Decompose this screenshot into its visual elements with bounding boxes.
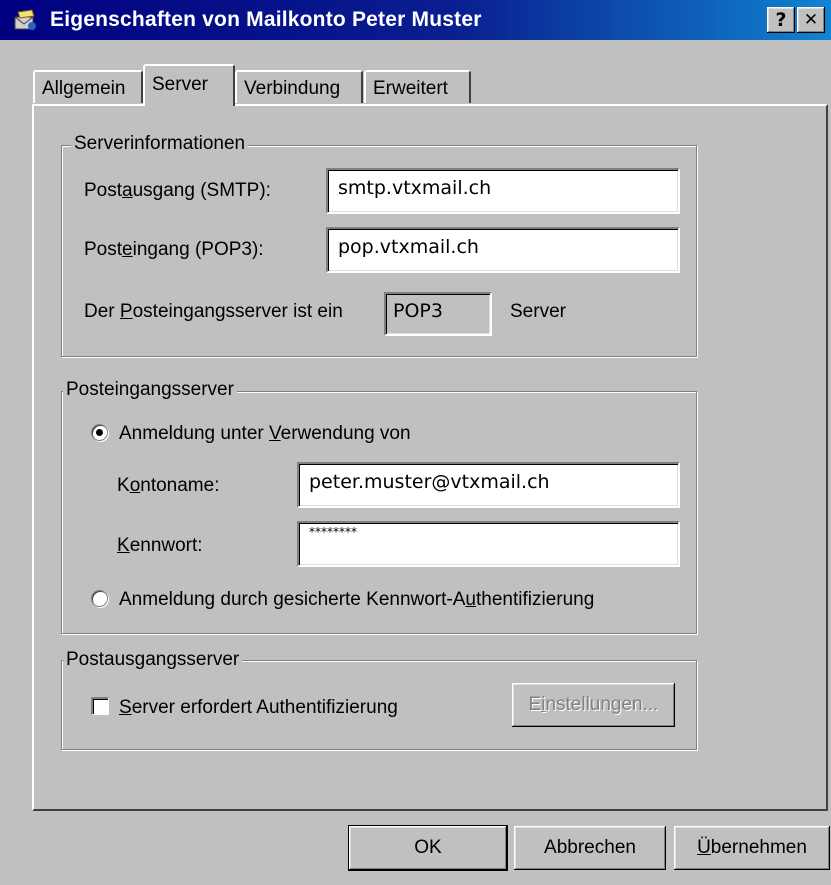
tab-label: Server <box>152 74 208 95</box>
login-radio[interactable] <box>91 424 108 441</box>
smtp-server-input[interactable]: smtp.vtxmail.ch <box>326 168 680 214</box>
tab-label: Allgemein <box>42 78 126 99</box>
tab-erweitert[interactable]: Erweitert <box>364 70 471 103</box>
tab-label: Verbindung <box>244 78 341 99</box>
server-info-legend: Serverinformationen <box>71 133 249 155</box>
account-name-input[interactable]: peter.muster@vtxmail.ch <box>297 462 680 508</box>
apply-button[interactable]: Übernehmen <box>674 826 830 870</box>
login-radio-label[interactable]: Anmeldung unter Verwendung von <box>119 423 411 445</box>
pop3-label: Posteingang (POP3): <box>84 239 264 260</box>
mail-account-icon <box>14 9 36 30</box>
cancel-button[interactable]: Abbrechen <box>514 826 666 870</box>
outgoing-server-legend: Postausgangsserver <box>63 649 243 671</box>
ok-button[interactable]: OK <box>349 826 507 870</box>
tab-label: Erweitert <box>373 78 448 99</box>
pop3-server-input[interactable]: pop.vtxmail.ch <box>326 227 680 273</box>
server-type-label: Der Posteingangsserver ist ein <box>84 301 343 322</box>
server-type-field: POP3 <box>384 292 492 336</box>
settings-button[interactable]: Einstellungen... <box>512 683 675 727</box>
tab-server[interactable]: Server <box>143 64 235 106</box>
server-type-suffix: Server <box>510 301 566 322</box>
close-button[interactable]: ✕ <box>797 7 825 33</box>
account-name-label: Kontoname: <box>117 475 220 496</box>
password-input[interactable]: ******** <box>297 521 680 567</box>
help-button[interactable]: ? <box>767 7 795 33</box>
spa-radio[interactable] <box>91 590 108 607</box>
tab-allgemein[interactable]: Allgemein <box>33 70 143 103</box>
tab-verbindung[interactable]: Verbindung <box>235 70 363 103</box>
auth-checkbox[interactable] <box>91 697 109 715</box>
password-label: Kennwort: <box>117 535 203 556</box>
incoming-server-legend: Posteingangsserver <box>63 379 237 401</box>
spa-radio-label[interactable]: Anmeldung durch gesicherte Kennwort-Auth… <box>119 589 594 611</box>
window-title: Eigenschaften von Mailkonto Peter Muster <box>50 8 482 31</box>
auth-checkbox-label[interactable]: Server erfordert Authentifizierung <box>119 697 398 719</box>
title-bar[interactable]: Eigenschaften von Mailkonto Peter Muster… <box>0 0 831 40</box>
smtp-label: Postausgang (SMTP): <box>84 180 271 201</box>
radio-selected-dot <box>96 429 103 436</box>
